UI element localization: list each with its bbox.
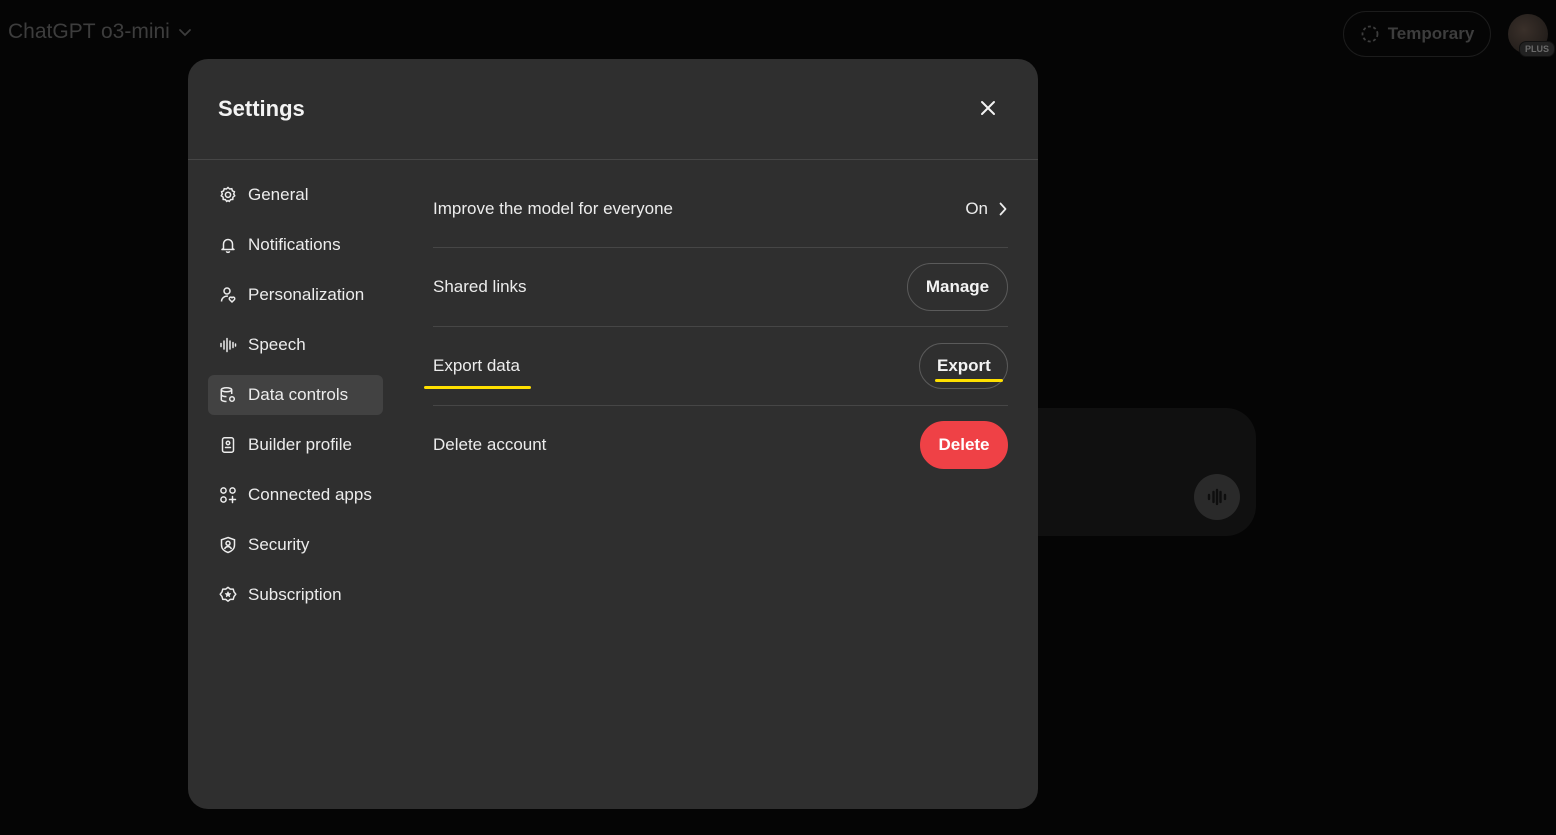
waveform-icon — [218, 335, 238, 355]
improve-model-row: Improve the model for everyone On — [433, 170, 1008, 248]
sidebar-item-security[interactable]: Security — [208, 525, 383, 565]
database-gear-icon — [218, 385, 238, 405]
shared-links-label: Shared links — [433, 277, 527, 296]
sidebar-item-label: Connected apps — [248, 485, 372, 504]
sidebar-item-connected-apps[interactable]: Connected apps — [208, 475, 383, 515]
sidebar-item-label: Speech — [248, 335, 306, 354]
temporary-label: Temporary — [1387, 24, 1475, 43]
export-button-label: Export — [937, 356, 991, 375]
sidebar-item-builder-profile[interactable]: Builder profile — [208, 425, 383, 465]
chevron-down-icon — [178, 29, 191, 37]
sidebar-item-personalization[interactable]: Personalization — [208, 275, 383, 315]
apps-grid-icon — [218, 485, 238, 505]
export-data-label-wrap: Export data — [424, 356, 531, 389]
voice-mode-button[interactable] — [1194, 474, 1240, 520]
plan-badge: PLUS — [1519, 41, 1555, 57]
annotation-underline — [424, 386, 531, 389]
delete-account-label: Delete account — [433, 435, 547, 454]
sidebar-item-subscription[interactable]: Subscription — [208, 575, 383, 615]
sidebar-item-label: Notifications — [248, 235, 341, 254]
sidebar-item-label: Security — [248, 535, 310, 554]
id-card-icon — [218, 435, 238, 455]
export-button[interactable]: Export — [919, 343, 1008, 389]
sidebar-item-label: Subscription — [248, 585, 342, 604]
delete-button[interactable]: Delete — [920, 421, 1008, 469]
dashed-circle-icon — [1361, 25, 1379, 43]
waveform-icon — [1207, 488, 1227, 506]
sidebar-item-notifications[interactable]: Notifications — [208, 225, 383, 265]
sidebar-item-label: Builder profile — [248, 435, 352, 454]
badge-star-icon — [218, 585, 238, 605]
gear-icon — [218, 185, 238, 205]
export-data-row: Export data Export — [424, 327, 1008, 406]
improve-model-label: Improve the model for everyone — [433, 198, 674, 218]
modal-divider — [188, 159, 1038, 160]
sidebar-item-label: Personalization — [248, 285, 365, 304]
manage-button[interactable]: Manage — [907, 263, 1008, 311]
temporary-chat-button[interactable]: Temporary — [1343, 11, 1491, 57]
chevron-right-icon — [999, 202, 1007, 215]
delete-account-row: Delete account Delete — [433, 406, 1008, 484]
person-heart-icon — [218, 285, 238, 305]
sidebar-item-label: General — [248, 185, 309, 204]
modal-title: Settings — [218, 96, 305, 121]
sidebar-item-speech[interactable]: Speech — [208, 325, 383, 365]
bell-icon — [218, 235, 238, 255]
annotation-underline — [935, 379, 1003, 382]
export-data-label: Export data — [433, 356, 520, 375]
sidebar-item-data-controls[interactable]: Data controls — [208, 375, 383, 415]
model-name: ChatGPT o3-mini — [8, 20, 170, 43]
shared-links-row: Shared links Manage — [433, 248, 1008, 327]
data-controls-panel: Improve the model for everyone On Shared… — [424, 170, 1008, 484]
settings-modal: Settings General Notifications Personali… — [188, 59, 1038, 809]
improve-model-toggle[interactable]: On — [965, 199, 1008, 219]
model-switcher[interactable]: ChatGPT o3-mini — [8, 20, 192, 44]
improve-model-value: On — [965, 198, 988, 218]
sidebar-item-label: Data controls — [248, 385, 349, 404]
close-icon — [981, 101, 995, 115]
close-button[interactable] — [974, 94, 1002, 122]
settings-sidebar: General Notifications Personalization Sp… — [208, 175, 383, 625]
shield-person-icon — [218, 535, 238, 555]
sidebar-item-general[interactable]: General — [208, 175, 383, 215]
